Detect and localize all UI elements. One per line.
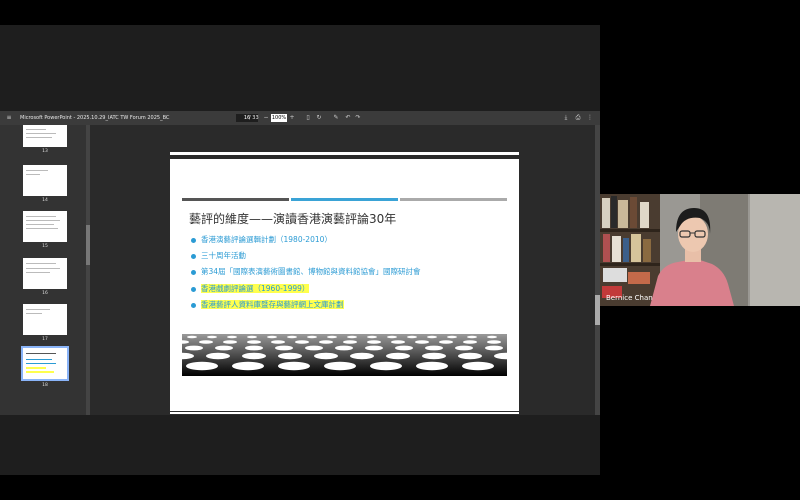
thumbnail-number: 18 (42, 383, 48, 388)
bullet-dot-icon (191, 237, 196, 243)
pdf-view-area: 13 14 15 16 17 18 藝評的維度——演讀香港演藝評論30年 香港演… (0, 125, 600, 415)
thumbnail-page-13[interactable] (23, 125, 67, 147)
bullet-dot-icon (191, 253, 196, 259)
more-options-icon[interactable]: ⋮ (586, 114, 594, 122)
bullet-item: 三十周年活動 (191, 250, 246, 261)
title-bar-blue (291, 198, 398, 201)
title-bar-dark (182, 198, 289, 201)
thumbnail-page-14[interactable] (23, 165, 67, 196)
previous-page-edge (170, 152, 519, 155)
zoom-input[interactable]: 100% (271, 114, 287, 122)
rotate-icon[interactable]: ↻ (315, 114, 323, 122)
page-total: / 33 (249, 115, 259, 121)
bullet-dot-icon (191, 269, 196, 275)
bullet-item: 香港演藝評論選輯計劃（1980-2010） (191, 234, 332, 245)
thumbnail-number: 15 (42, 244, 48, 249)
thumbnail-page-17[interactable] (23, 304, 67, 335)
bullet-dot-icon (191, 286, 196, 292)
print-icon[interactable]: ⎙ (574, 114, 582, 122)
bullet-dot-icon (191, 302, 196, 308)
menu-icon[interactable]: ≡ (5, 114, 13, 122)
zoom-in-icon[interactable]: + (288, 114, 296, 122)
thumbnail-scrollbar[interactable] (86, 125, 90, 415)
thumbnail-page-16[interactable] (23, 258, 67, 289)
participant-name: Bernice Chan (606, 294, 653, 302)
slide-title: 藝評的維度——演讀香港演藝評論30年 (189, 212, 397, 226)
thumbnail-number: 14 (42, 198, 48, 203)
download-icon[interactable]: ⤓ (562, 114, 570, 122)
bullet-item: 第34屆「國際表演藝術圖書館、博物館與資料館協會」國際研討會 (191, 266, 421, 277)
next-page-edge (170, 412, 519, 414)
pdf-toolbar: ≡ Microsoft PowerPoint - 2025.10.29_IATC… (0, 111, 600, 125)
title-bar-grey (400, 198, 507, 201)
bullet-item-highlighted: 香港藝評人資料庫暨存與藝評網上文庫計劃 (191, 299, 344, 310)
annotate-icon[interactable]: ✎ (332, 114, 340, 122)
thumbnail-page-18[interactable] (21, 346, 69, 381)
zoom-out-icon[interactable]: − (262, 114, 270, 122)
bullet-item-highlighted: 香港戲劇評論選（1960-1999） (191, 283, 310, 294)
screen-share: ≡ Microsoft PowerPoint - 2025.10.29_IATC… (0, 25, 600, 475)
participant-video-feed (600, 194, 800, 306)
thumbnail-number: 17 (42, 337, 48, 342)
redo-icon[interactable]: ↷ (354, 114, 362, 122)
participant-video: Bernice Chan (600, 194, 800, 306)
current-slide: 藝評的維度——演讀香港演藝評論30年 香港演藝評論選輯計劃（1980-2010）… (170, 159, 519, 411)
fit-page-icon[interactable]: ▯ (304, 114, 312, 122)
undo-icon[interactable]: ↶ (344, 114, 352, 122)
thumbnail-number: 16 (42, 291, 48, 296)
thumbnail-page-15[interactable] (23, 211, 67, 242)
thumbnail-number: 13 (42, 149, 48, 154)
thumbnail-panel: 13 14 15 16 17 18 (0, 125, 90, 415)
document-title: Microsoft PowerPoint - 2025.10.29_IATC T… (20, 115, 170, 121)
decorative-hole-pattern (182, 334, 507, 376)
